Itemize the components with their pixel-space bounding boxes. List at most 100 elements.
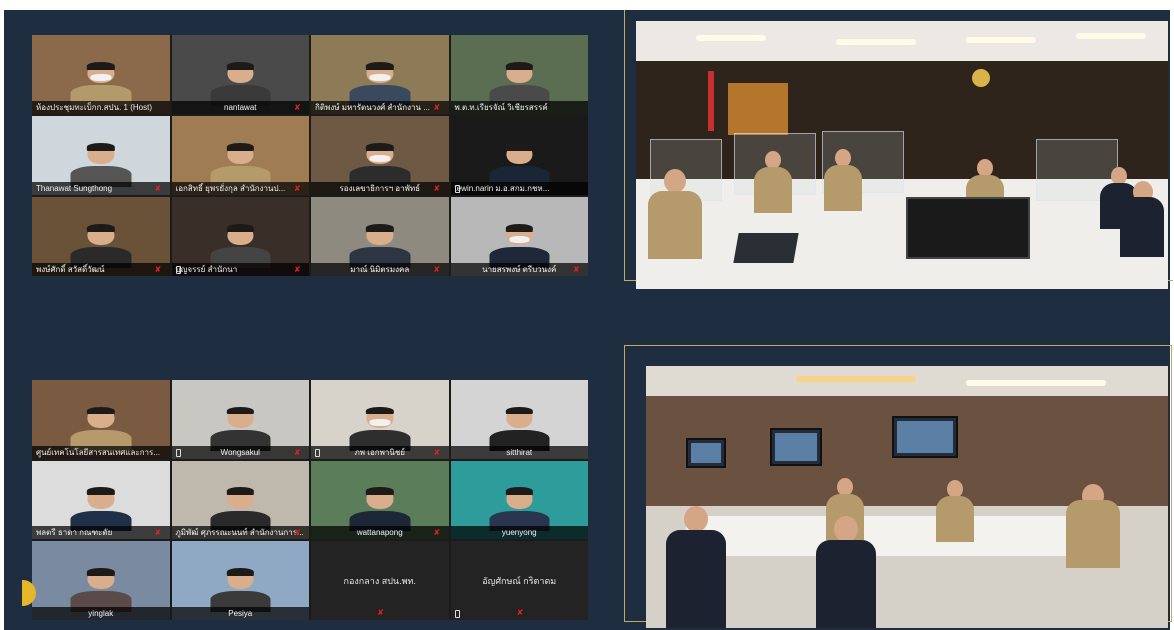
mic-muted-icon: ✘ [433, 265, 441, 274]
laptop [733, 233, 799, 263]
participant-name: yuenyong [450, 526, 588, 540]
participant-video [349, 487, 410, 532]
participant-tile[interactable]: ภูมิพัฒ์ ศุภรรณะนนท์ สำนักงานการ... ✘ [171, 460, 309, 540]
display-screen [906, 197, 1030, 259]
mic-muted-icon: ✘ [294, 184, 301, 193]
phone-icon [175, 448, 181, 457]
phone-icon [454, 185, 460, 193]
participant-name: wattanapong [311, 526, 449, 540]
attendee [936, 480, 974, 542]
participant-tile[interactable]: อัญศักษณ์ กริตาดม ✘ [450, 541, 588, 620]
participant-name: ห้องประชุมทะเบ็กก.สปน. 1 (Host) [32, 101, 170, 114]
participant-tile[interactable]: sitthirat [450, 380, 588, 459]
ceiling [636, 21, 1168, 61]
participant-tile[interactable]: yuenyong [450, 460, 588, 540]
participant-video [70, 142, 131, 187]
participant-tile[interactable]: ภพ เอกพานิชย์ ✘ [311, 380, 449, 459]
participant-name: นายสรพงษ์ ตรีบวนงค์ [450, 263, 588, 276]
mic-muted-icon: ✘ [154, 265, 162, 274]
participant-name: tewin.narin ม.อ.สกม.กชห... [450, 182, 588, 195]
participant-video [70, 61, 131, 106]
ceiling [646, 366, 1168, 396]
mic-muted-icon: ✘ [154, 528, 162, 538]
attendee [1066, 484, 1120, 574]
attendee [666, 506, 726, 628]
mic-muted-icon: ✘ [294, 265, 301, 274]
participant-name: กิติพงษ์ มหารัตนวงศ์ สำนักงาน ... [311, 101, 449, 114]
participant-tile[interactable]: ศูนย์เทคโนโลยีสารสนเทศและการ... [32, 380, 170, 459]
mic-muted-icon: ✘ [573, 265, 580, 274]
attendee [816, 516, 876, 628]
participant-name: มาณ์ นิมิตรมงคล [311, 263, 449, 276]
conference-table [686, 516, 1106, 556]
participant-name: yinglak [32, 606, 170, 620]
participant-tile[interactable]: พ.ต.ท.เรียรจัณ์ วิเชียรสรรค์ [450, 35, 588, 114]
participant-name: sitthirat [450, 445, 588, 459]
attendee [754, 151, 792, 213]
participant-name: Wongsakul [171, 445, 309, 459]
participant-video [210, 142, 271, 187]
participant-tile[interactable]: ห้องประชุมทะเบ็กก.สปน. 1 (Host) [32, 35, 170, 114]
participant-video [210, 61, 271, 106]
participant-tile[interactable]: yinglak [32, 541, 170, 620]
participant-name: อัญศักษณ์ กริตาดม [482, 576, 557, 587]
mic-muted-icon: ✘ [154, 184, 162, 193]
participant-tile[interactable]: กิติพงษ์ มหารัตนวงศ์ สำนักงาน ... ✘ [311, 35, 449, 114]
participant-video [489, 487, 550, 532]
participant-tile[interactable]: wattanapong ✘ [311, 460, 449, 540]
participant-video [210, 487, 271, 532]
mic-muted-icon: ✘ [433, 103, 441, 112]
participant-tile[interactable]: เอกสิทธิ์ ยุพรยั่งกุล สำนักงานป... ✘ [171, 116, 309, 195]
participant-tile[interactable]: พงษ์ศักดิ์ สวัสดิ์วัฒน์ ✘ [32, 197, 170, 276]
participant-tile[interactable]: รองเลขาธิการฯ อาพัทธ์ ✘ [311, 116, 449, 195]
participant-video [489, 223, 550, 268]
participant-video [210, 567, 271, 612]
participant-video [349, 142, 410, 187]
participant-tile[interactable]: มาณ์ นิมิตรมงคล ✘ [311, 197, 449, 276]
mic-muted-icon: ✘ [433, 528, 441, 538]
participant-name: ศูนย์เทคโนโลยีสารสนเทศและการ... [32, 445, 170, 459]
participant-video [489, 406, 550, 451]
participant-video [489, 142, 550, 187]
mic-muted-icon: ✘ [433, 447, 441, 457]
participant-name: กองกลาง สปน.พท. [343, 576, 416, 587]
participant-video [210, 223, 271, 268]
participant-name: Thanawat Sungthong [32, 182, 170, 195]
mic-muted-icon: ✘ [294, 447, 301, 457]
participant-tile[interactable]: Pesiya [171, 541, 309, 620]
participant-name: Pesiya [171, 606, 309, 620]
participant-video [210, 406, 271, 451]
participant-name: nantawat [171, 101, 309, 114]
participant-video [489, 61, 550, 106]
participant-name: ภพ เอกพานิชย์ [311, 445, 449, 459]
attendee [824, 149, 862, 211]
video-call-grid-top: ห้องประชุมทะเบ็กก.สปน. 1 (Host) nantawat ✘… [32, 35, 588, 276]
phone-icon [315, 448, 320, 457]
monitor [892, 416, 958, 458]
participant-video [70, 223, 131, 268]
attendee [1120, 181, 1164, 261]
participant-video [349, 406, 410, 451]
participant-tile[interactable]: บุญจรรย์ สำนักนา ✘ [171, 197, 309, 276]
participant-video [70, 487, 131, 532]
participant-tile[interactable]: tewin.narin ม.อ.สกม.กชห... [450, 116, 588, 195]
participant-name: รองเลขาธิการฯ อาพัทธ์ [311, 182, 449, 195]
participant-video [349, 61, 410, 106]
mic-muted-icon: ✘ [516, 607, 524, 617]
participant-tile[interactable]: กองกลาง สปน.พท. ✘ [311, 541, 449, 620]
participant-name: บุญจรรย์ สำนักนา [171, 263, 309, 276]
phone-icon [175, 266, 181, 274]
attendee [648, 169, 702, 259]
participant-name: พ.ต.ท.เรียรจัณ์ วิเชียรสรรค์ [450, 101, 588, 114]
participant-tile[interactable]: nantawat ✘ [171, 35, 309, 114]
monitor [770, 428, 822, 466]
participant-video [349, 223, 410, 268]
participant-tile[interactable]: Thanawat Sungthong ✘ [32, 116, 170, 195]
participant-tile[interactable]: Wongsakul ✘ [171, 380, 309, 459]
participant-tile[interactable]: พลตรี ธาดา กณฑะดัย ✘ [32, 460, 170, 540]
participant-name: พงษ์ศักดิ์ สวัสดิ์วัฒน์ [32, 263, 170, 276]
participant-tile[interactable]: นายสรพงษ์ ตรีบวนงค์ ✘ [450, 197, 588, 276]
monitor [686, 438, 726, 468]
participant-name: ภูมิพัฒ์ ศุภรรณะนนท์ สำนักงานการ... [171, 526, 309, 540]
mic-muted-icon: ✘ [433, 184, 441, 193]
